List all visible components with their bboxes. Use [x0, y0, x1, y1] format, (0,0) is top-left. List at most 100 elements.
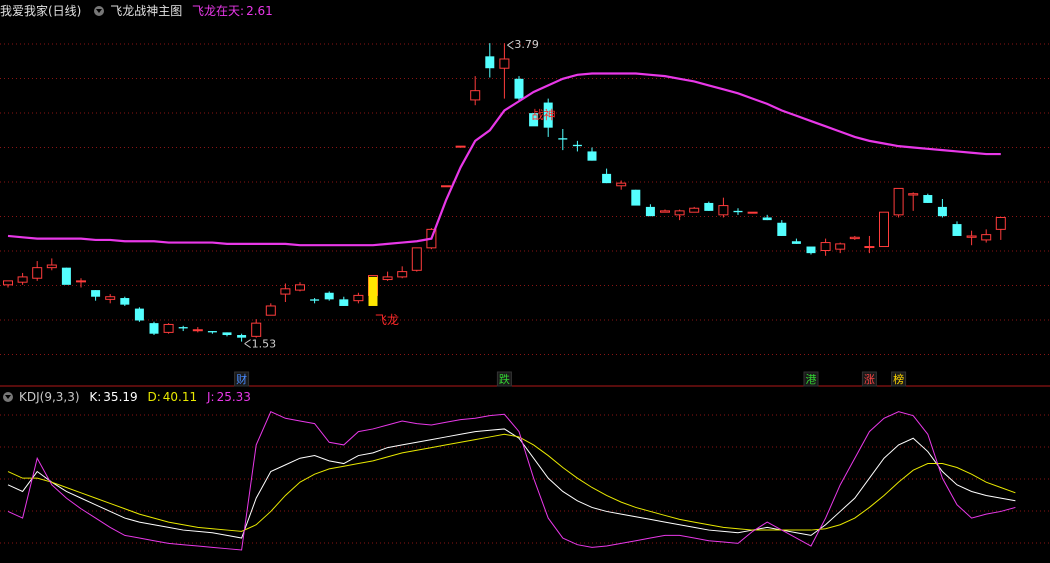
event-tag-text: 跌: [499, 372, 510, 386]
candle-body: [966, 235, 977, 238]
candle-body: [324, 292, 334, 300]
price-chart-canvas[interactable]: 3.79 1.53 飞龙 战神财 跌 港 涨 榜: [0, 0, 1050, 563]
candle-body: [747, 211, 758, 214]
feilong-signal-bar: [368, 276, 378, 306]
candle: [558, 128, 568, 151]
candle: [441, 185, 451, 188]
candle-body: [149, 323, 159, 334]
low-price-label: 1.53: [252, 338, 277, 351]
candle: [704, 201, 714, 211]
candle-body: [704, 202, 714, 211]
candle-body: [645, 206, 655, 217]
candle: [981, 229, 992, 243]
candle: [149, 321, 159, 336]
candle-body: [265, 305, 276, 316]
candle: [893, 187, 904, 218]
candle-body: [441, 185, 451, 188]
candle-body: [981, 234, 992, 241]
candle: [61, 267, 71, 285]
candle: [674, 209, 685, 221]
candle: [631, 189, 641, 206]
candle: [397, 266, 408, 279]
candle: [572, 140, 582, 152]
candle-body: [499, 58, 510, 69]
candle-body: [192, 329, 203, 332]
candle-body: [3, 280, 13, 286]
candle: [17, 272, 28, 285]
candle-body: [397, 271, 408, 278]
event-tag-text: 涨: [864, 373, 875, 386]
zhanshen-marker-text: 战神: [532, 108, 556, 122]
candle-body: [806, 246, 816, 254]
candle-body: [602, 173, 612, 184]
candle-body: [631, 189, 641, 206]
candle-body: [295, 284, 305, 291]
candle-body: [762, 217, 772, 221]
candle: [952, 221, 962, 236]
candle: [178, 325, 188, 332]
candle: [470, 76, 481, 106]
low-arrow-icon: [244, 339, 251, 349]
candle-body: [952, 224, 962, 236]
candle: [163, 323, 174, 334]
candle: [777, 220, 787, 236]
candle: [689, 206, 700, 213]
kdj-lines: [7, 410, 1016, 551]
candle: [849, 235, 860, 240]
candle: [747, 211, 758, 214]
candle-body: [587, 151, 597, 161]
candle: [76, 278, 86, 288]
candle-body: [120, 298, 130, 305]
candle: [587, 147, 597, 161]
candle-body: [849, 236, 860, 240]
candle: [295, 282, 305, 292]
candle: [762, 214, 772, 221]
candle-body: [310, 299, 320, 301]
candle-body: [339, 299, 349, 306]
candle: [908, 192, 919, 211]
feilong-ma-line: [7, 72, 1001, 247]
candle-body: [91, 290, 101, 297]
candle-body: [178, 327, 188, 329]
candle-body: [879, 211, 889, 248]
candle-body: [864, 246, 875, 249]
candle-body: [835, 243, 846, 250]
candle: [806, 246, 816, 255]
candle: [339, 296, 349, 306]
kdj-line-j: [7, 410, 1016, 551]
high-arrow-icon: [507, 40, 514, 50]
candle: [602, 168, 612, 184]
candle-body: [660, 210, 670, 213]
candle: [280, 283, 291, 302]
candle-body: [777, 222, 787, 236]
kdj-line-k: [7, 428, 1016, 539]
candle: [791, 238, 801, 244]
candle-body: [353, 294, 364, 302]
candle-body: [572, 144, 582, 147]
candle: [660, 209, 670, 213]
candle: [265, 303, 276, 316]
candle: [382, 271, 393, 281]
candle-body: [820, 242, 831, 251]
candle: [207, 331, 217, 334]
candle: [820, 238, 831, 256]
candle-body: [163, 323, 174, 333]
candle: [499, 43, 510, 99]
candle: [324, 291, 334, 301]
candle-body: [674, 210, 685, 216]
candle-body: [733, 210, 743, 213]
candle-body: [485, 56, 495, 69]
candle-body: [46, 264, 57, 269]
event-tag-text: 港: [806, 373, 817, 386]
candle-body: [17, 276, 28, 283]
candle-body: [937, 206, 947, 217]
event-tag-text: 财: [236, 372, 247, 386]
candle: [192, 327, 203, 333]
candle: [879, 211, 889, 248]
candle: [134, 307, 144, 322]
candle: [966, 230, 977, 246]
candle-body: [237, 335, 247, 338]
candle: [222, 332, 232, 337]
candle: [733, 208, 743, 215]
candle-body: [558, 138, 568, 140]
